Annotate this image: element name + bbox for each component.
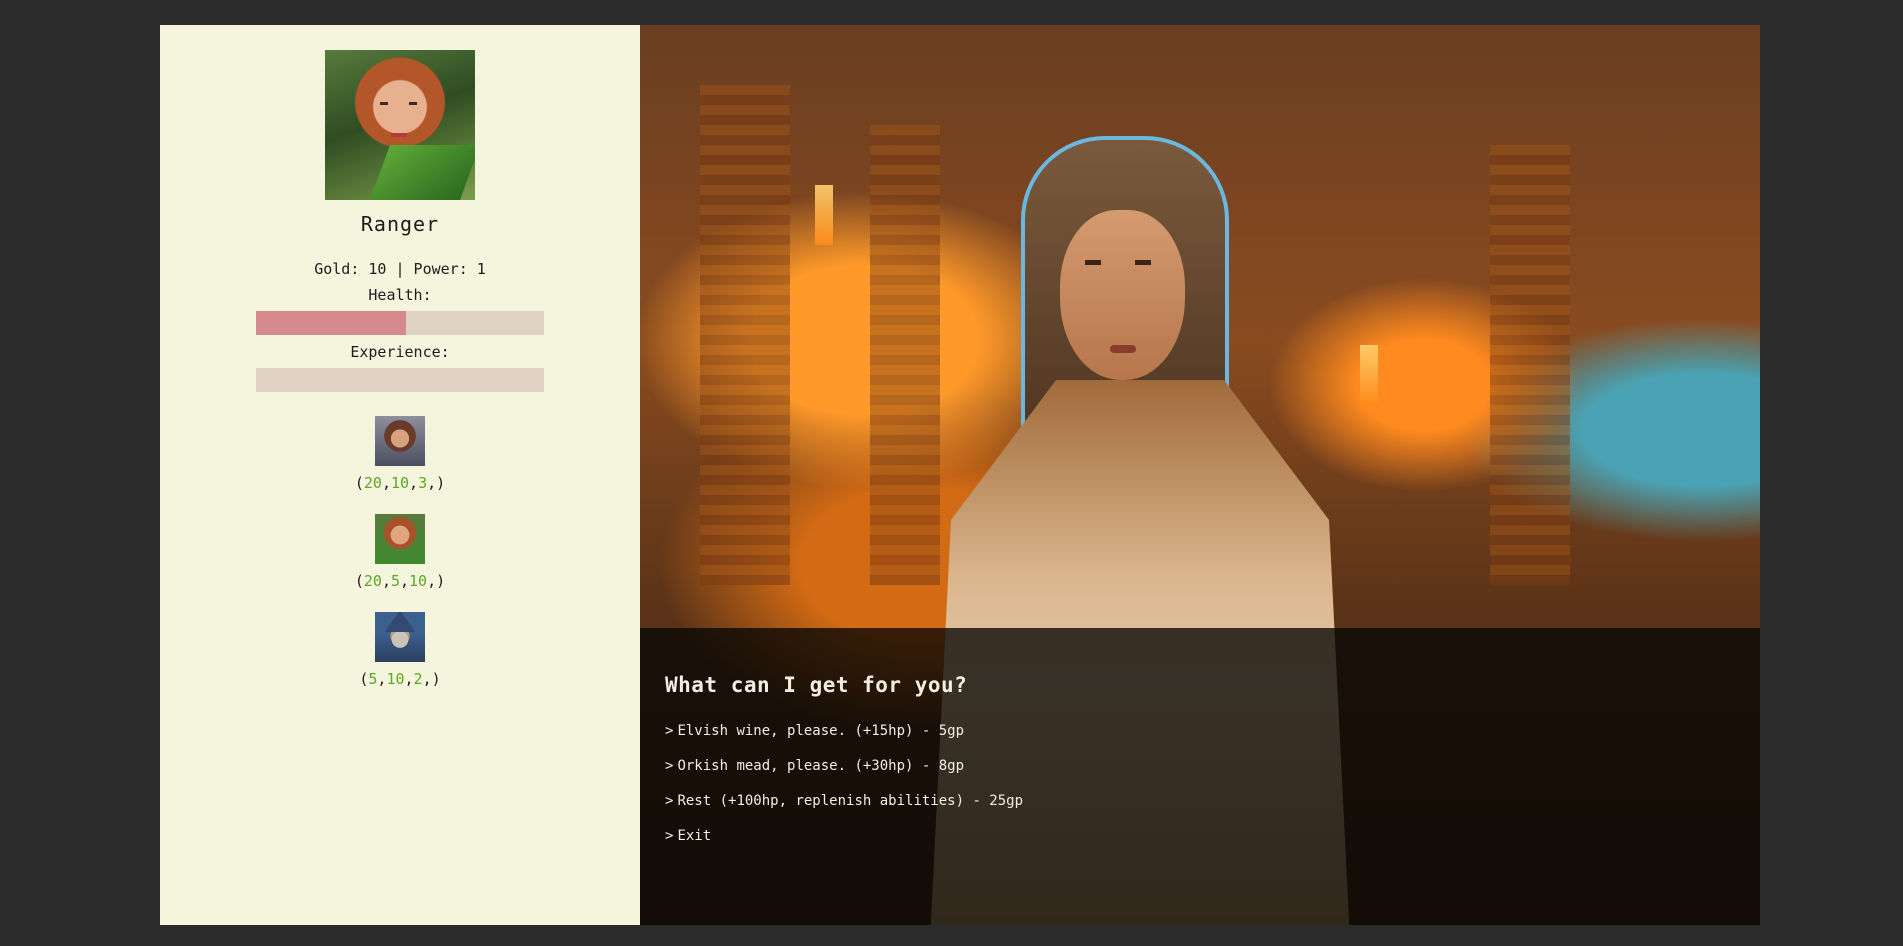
option-label: Rest (+100hp, replenish abilities) - 25g… — [677, 793, 1024, 809]
chevron-right-icon: > — [665, 828, 674, 844]
option-rest[interactable]: > Rest (+100hp, replenish abilities) - 25… — [665, 793, 1023, 809]
health-bar — [256, 311, 544, 335]
party-member-stats: (5,10,2,) — [359, 670, 441, 688]
background-pillar — [1490, 145, 1570, 585]
experience-bar — [256, 368, 544, 392]
chevron-right-icon: > — [665, 793, 674, 809]
barmaid-eye — [1135, 260, 1151, 265]
barmaid-mouth — [1110, 345, 1136, 353]
character-name: Ranger — [360, 212, 440, 236]
health-label: Health: — [368, 286, 432, 304]
party-member-1[interactable]: (20,10,3,) — [355, 416, 445, 492]
character-portrait — [325, 50, 475, 200]
dialog-prompt: What can I get for you? — [665, 673, 968, 697]
experience-label: Experience: — [350, 343, 450, 361]
party-member-stats: (20,10,3,) — [354, 474, 446, 492]
dialog-box: What can I get for you? > Elvish wine, pl… — [640, 628, 1760, 925]
portrait-eye — [380, 102, 388, 105]
option-elvish-wine[interactable]: > Elvish wine, please. (+15hp) - 5gp — [665, 723, 964, 739]
gold-power-stats: Gold: 10 | Power: 1 — [314, 260, 486, 278]
chevron-right-icon: > — [665, 758, 674, 774]
health-bar-fill — [256, 311, 406, 335]
party-member-portrait[interactable] — [375, 416, 425, 466]
party-member-portrait[interactable] — [375, 612, 425, 662]
party-member-stats: (20,5,10,) — [354, 572, 446, 590]
option-exit[interactable]: > Exit — [665, 828, 711, 844]
tavern-scene: What can I get for you? > Elvish wine, pl… — [640, 25, 1760, 925]
option-label: Orkish mead, please. (+30hp) - 8gp — [677, 758, 965, 774]
party-member-2[interactable]: (20,5,10,) — [355, 514, 445, 590]
background-pillar — [700, 85, 790, 585]
party-member-3[interactable]: (5,10,2,) — [359, 612, 441, 688]
option-label: Exit — [677, 828, 712, 844]
option-label: Elvish wine, please. (+15hp) - 5gp — [677, 723, 965, 739]
character-sidebar: Ranger Gold: 10 | Power: 1 Health: Exper… — [160, 25, 640, 925]
barmaid-eye — [1085, 260, 1101, 265]
party-member-portrait[interactable] — [375, 514, 425, 564]
lamp-light — [1360, 345, 1378, 405]
chevron-right-icon: > — [665, 723, 674, 739]
portrait-eye — [409, 102, 417, 105]
portrait-mouth — [391, 133, 407, 137]
option-orkish-mead[interactable]: > Orkish mead, please. (+30hp) - 8gp — [665, 758, 964, 774]
barmaid-face — [1060, 210, 1185, 380]
game-frame: Ranger Gold: 10 | Power: 1 Health: Exper… — [160, 25, 1760, 925]
lamp-light — [815, 185, 833, 245]
